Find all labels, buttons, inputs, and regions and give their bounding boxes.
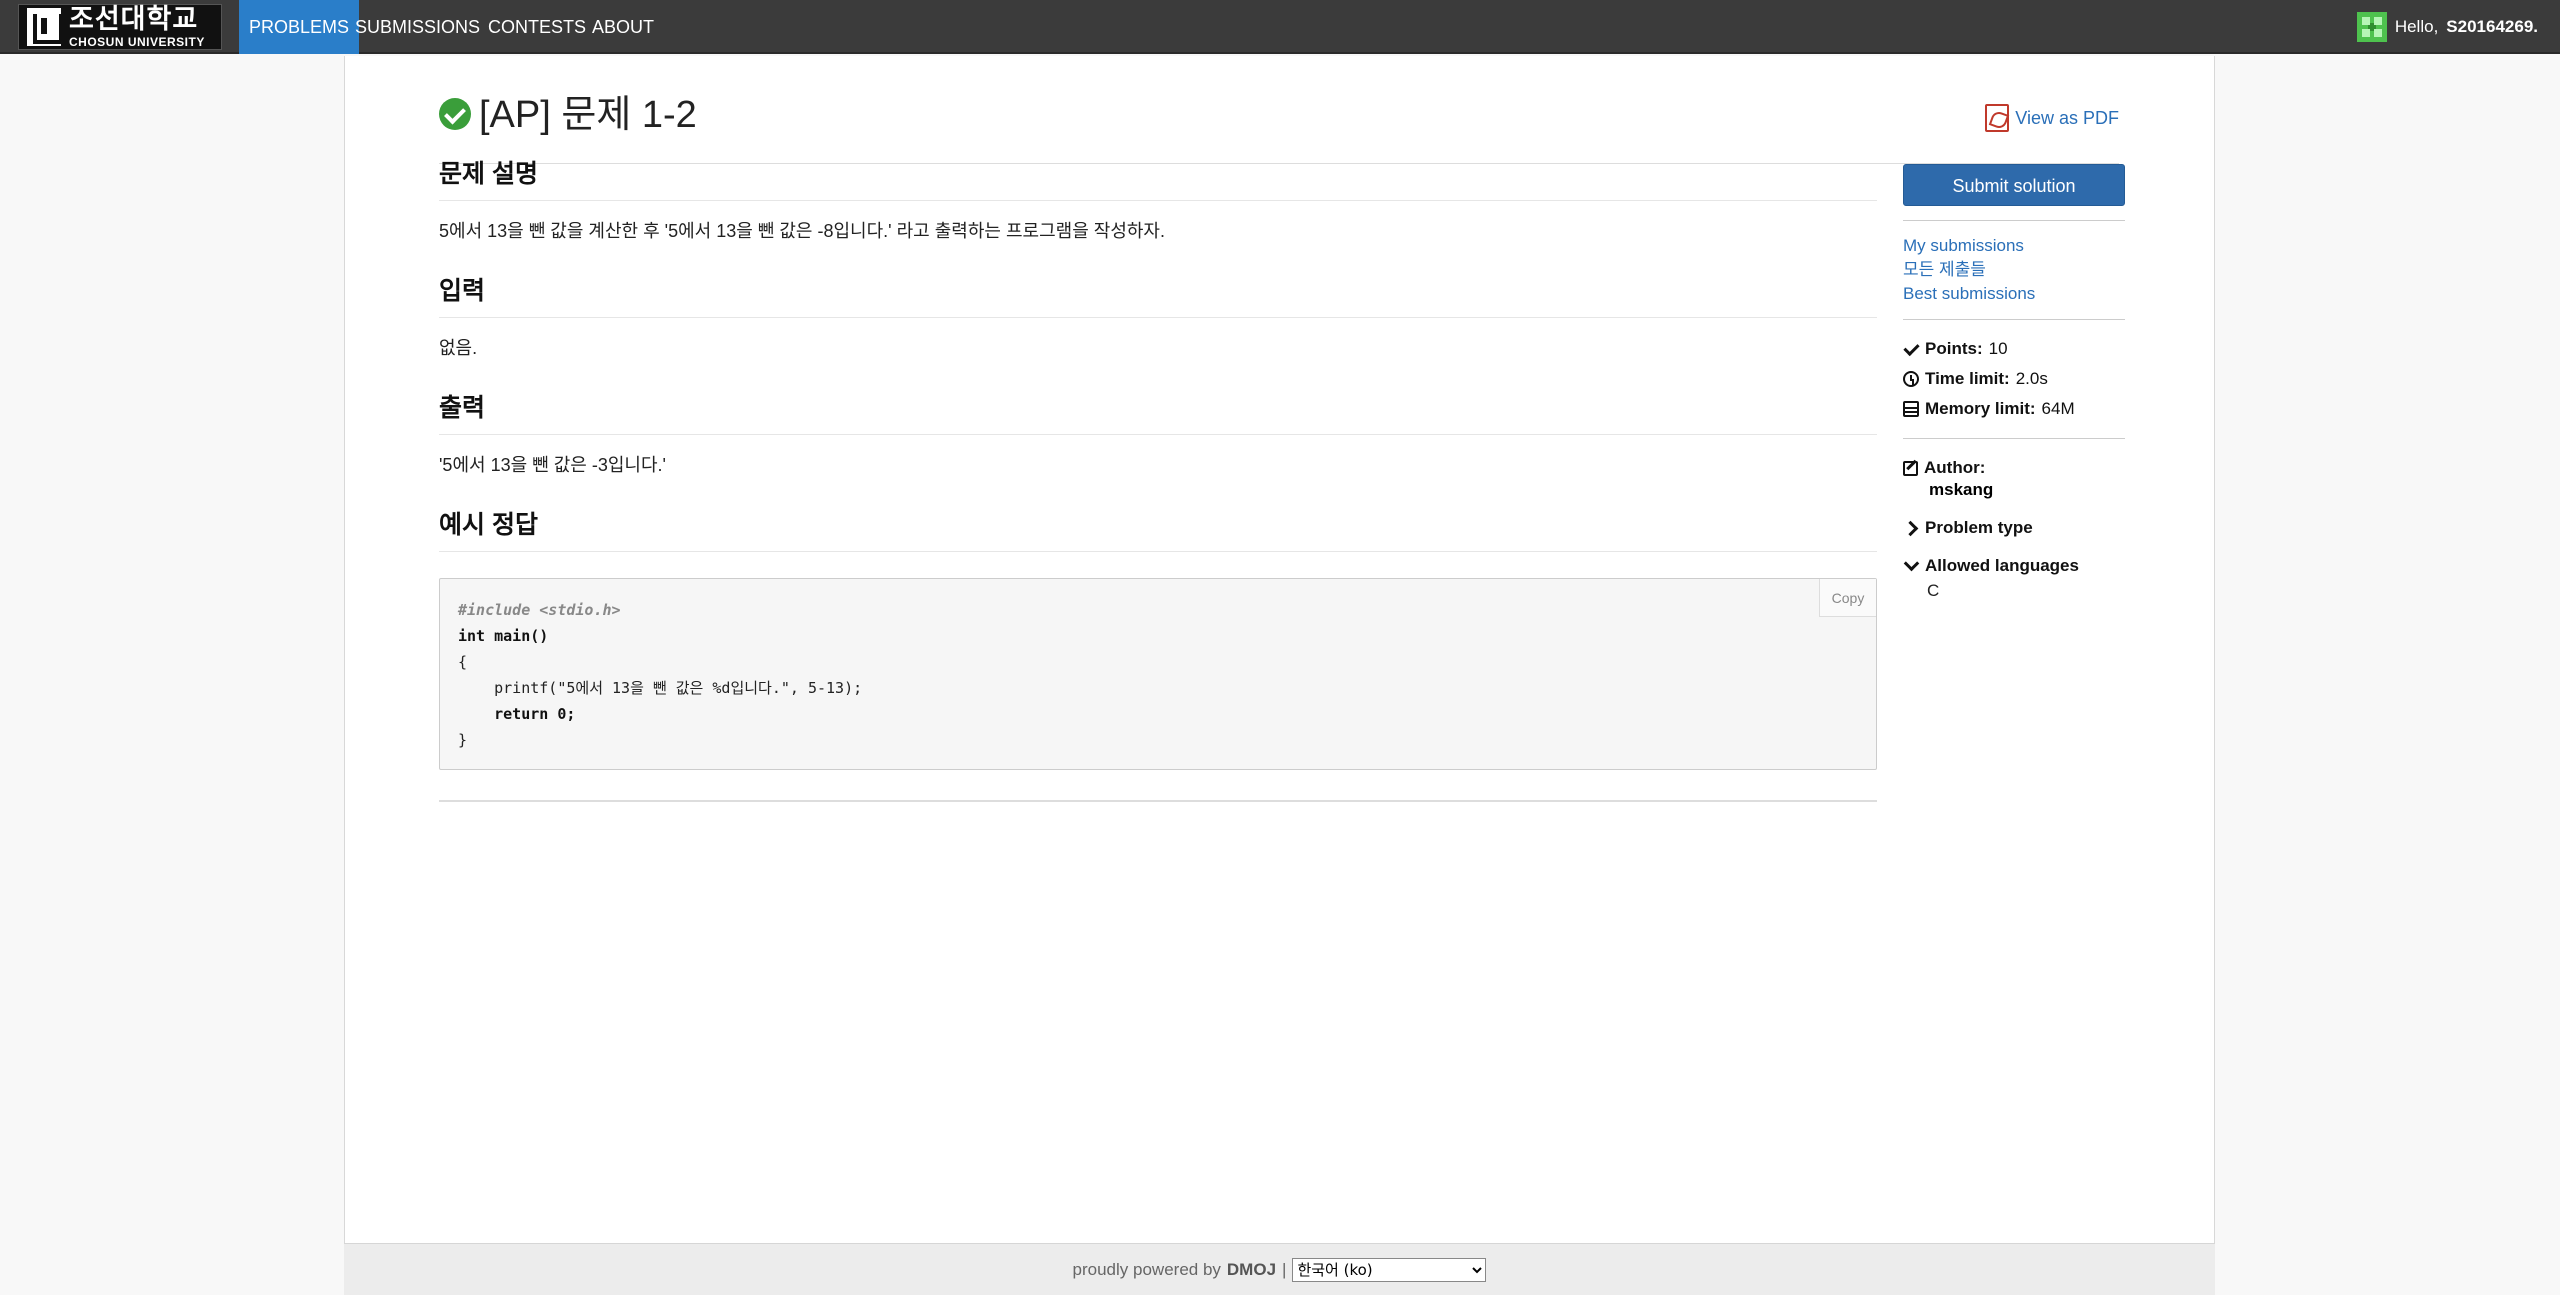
check-icon: [1903, 341, 1919, 357]
time-limit-label: Time limit:: [1925, 369, 2010, 388]
code-line-6: }: [458, 731, 468, 749]
time-limit-row: Time limit: 2.0s: [1903, 364, 2125, 394]
copy-button[interactable]: Copy: [1819, 579, 1876, 617]
code-line-3: {: [458, 653, 468, 671]
page-container: [AP] 문제 1-2 View as PDF 문제 설명 5에서 13을 뺀 …: [344, 56, 2215, 1295]
code-block: #include <stdio.h> int main() { printf("…: [439, 578, 1877, 770]
university-emblem-icon: [27, 8, 63, 46]
points-value: 10: [1988, 339, 2008, 358]
section-heading-output: 출력: [439, 390, 1877, 435]
dmoj-link[interactable]: DMOJ: [1227, 1260, 1276, 1280]
memory-limit-value: 64M: [2041, 399, 2075, 418]
section-text-description: 5에서 13을 뺀 값을 계산한 후 '5에서 13을 뺀 값은 -8입니다.'…: [439, 221, 1165, 241]
problem-header: [AP] 문제 1-2 View as PDF: [439, 84, 2119, 164]
all-submissions-link[interactable]: 모든 제출들: [1903, 259, 2125, 281]
solved-check-icon: [439, 98, 471, 130]
database-icon: [1903, 401, 1919, 417]
top-navbar: 조선대학교 CHOSUN UNIVERSITY PROBLEMS SUBMISS…: [0, 0, 2560, 54]
best-submissions-link[interactable]: Best submissions: [1903, 283, 2125, 305]
problem-sidebar: Submit solution My submissions 모든 제출들 Be…: [1903, 164, 2125, 601]
points-label: Points:: [1925, 339, 1983, 358]
logo-korean-text: 조선대학교: [69, 4, 199, 34]
code-content: #include <stdio.h> int main() { printf("…: [458, 597, 1858, 753]
view-as-pdf-link[interactable]: View as PDF: [1985, 104, 2119, 132]
code-line-2: int main(): [458, 627, 549, 645]
sidebar-divider: [1903, 438, 2125, 439]
code-line-1: #include <stdio.h>: [458, 601, 621, 619]
language-select[interactable]: 한국어 (ko): [1292, 1257, 1487, 1282]
username[interactable]: S20164269.: [2446, 17, 2538, 37]
logo-english-text: CHOSUN UNIVERSITY: [69, 35, 205, 49]
code-line-4: printf("5에서 13을 뺀 값은 %d입니다.", 5-13);: [458, 679, 863, 697]
problem-type-label: Problem type: [1925, 518, 2033, 537]
allowed-languages-label: Allowed languages: [1925, 556, 2079, 575]
problem-type-toggle[interactable]: Problem type: [1903, 513, 2125, 543]
my-submissions-link[interactable]: My submissions: [1903, 235, 2125, 257]
section-text-input: 없음.: [439, 338, 478, 358]
greeting-text: Hello,: [2394, 17, 2439, 36]
chevron-right-icon: [1903, 520, 1919, 536]
nav-contests[interactable]: CONTESTS: [478, 0, 596, 54]
section-text-output: '5에서 13을 뺀 값은 -3입니다.': [439, 455, 666, 475]
clock-icon: [1903, 371, 1919, 387]
allowed-language-item: C: [1927, 581, 1940, 600]
footer-separator: |: [1282, 1259, 1287, 1279]
section-heading-sample-answer: 예시 정답: [439, 507, 1877, 552]
avatar[interactable]: [2356, 12, 2387, 42]
problem-statement: 문제 설명 5에서 13을 뺀 값을 계산한 후 '5에서 13을 뺀 값은 -…: [439, 156, 1877, 802]
view-as-pdf-label: View as PDF: [2015, 107, 2119, 128]
powered-by-text: proudly powered by: [1072, 1259, 1221, 1279]
section-heading-description: 문제 설명: [439, 156, 1877, 201]
pdf-icon: [1985, 104, 2010, 132]
submit-solution-button[interactable]: Submit solution: [1903, 164, 2125, 206]
nav-problems[interactable]: PROBLEMS: [239, 0, 360, 54]
memory-limit-row: Memory limit: 64M: [1903, 394, 2125, 424]
allowed-languages-toggle[interactable]: Allowed languages: [1903, 551, 2125, 581]
points-row: Points: 10: [1903, 334, 2125, 364]
footer: proudly powered by DMOJ | 한국어 (ko): [344, 1243, 2215, 1295]
sidebar-divider: [1903, 319, 2125, 320]
content-divider: [439, 800, 1877, 802]
section-heading-input: 입력: [439, 273, 1877, 318]
nav-about[interactable]: ABOUT: [582, 0, 664, 54]
nav-submissions[interactable]: SUBMISSIONS: [345, 0, 490, 54]
user-menu[interactable]: Hello, S20164269.: [2356, 12, 2538, 42]
sidebar-divider: [1903, 220, 2125, 221]
edit-icon: [1903, 460, 1918, 476]
memory-limit-label: Memory limit:: [1925, 399, 2036, 418]
author-name-link[interactable]: mskang: [1929, 479, 2125, 501]
university-logo[interactable]: 조선대학교 CHOSUN UNIVERSITY: [18, 4, 222, 50]
chevron-down-icon: [1903, 558, 1919, 574]
code-line-5: return 0;: [458, 705, 576, 723]
page-title: [AP] 문제 1-2: [479, 94, 697, 136]
time-limit-value: 2.0s: [2015, 369, 2048, 388]
